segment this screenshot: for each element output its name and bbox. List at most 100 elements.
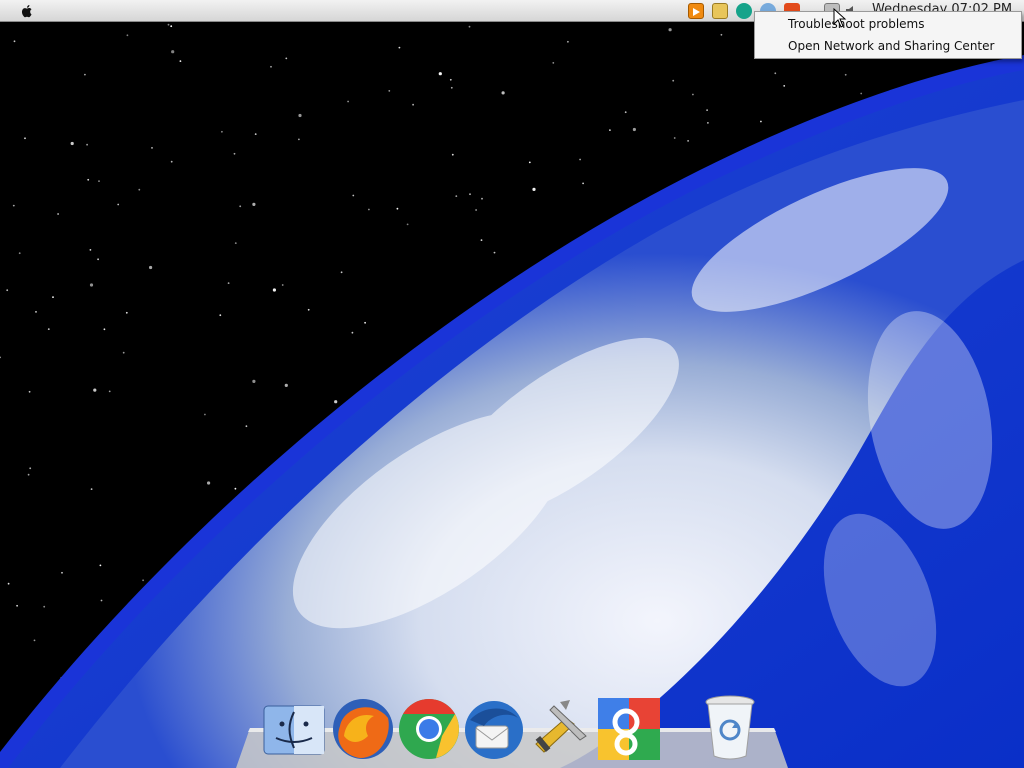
star: [720, 33, 723, 36]
star: [98, 180, 100, 183]
star: [844, 73, 847, 76]
star: [89, 283, 94, 287]
star: [451, 153, 454, 156]
star: [16, 604, 18, 607]
star: [167, 23, 170, 26]
star: [624, 111, 627, 114]
star: [170, 160, 173, 163]
chrome-icon[interactable]: [396, 696, 462, 762]
star: [469, 193, 471, 196]
star: [480, 239, 483, 242]
star: [204, 413, 206, 416]
star: [284, 383, 288, 387]
media-player-icon[interactable]: [688, 3, 704, 19]
star: [438, 72, 442, 76]
menu-item-network-sharing-center[interactable]: Open Network and Sharing Center: [788, 39, 994, 53]
finder-icon[interactable]: [262, 704, 326, 756]
star: [43, 605, 46, 608]
star: [347, 100, 349, 103]
star: [579, 158, 581, 161]
star: [227, 282, 230, 284]
star: [254, 133, 257, 136]
star: [528, 161, 531, 164]
messenger-icon[interactable]: [736, 3, 752, 19]
star: [179, 60, 182, 62]
recycle-bin-icon[interactable]: [702, 694, 758, 762]
star: [234, 242, 237, 245]
star: [125, 311, 128, 314]
star: [233, 152, 236, 155]
star: [270, 65, 272, 68]
star: [552, 62, 555, 64]
desktop-wallpaper: [0, 0, 1024, 768]
star: [171, 50, 175, 54]
google-icon[interactable]: [596, 696, 662, 762]
star: [406, 223, 409, 226]
star: [774, 72, 777, 75]
folder-icon[interactable]: [712, 3, 728, 19]
star: [90, 488, 93, 490]
star: [298, 113, 302, 118]
star: [142, 579, 145, 582]
star: [692, 93, 694, 96]
star: [687, 140, 689, 142]
star: [84, 73, 86, 76]
star: [87, 178, 90, 181]
star: [33, 639, 36, 642]
apple-logo-icon[interactable]: [18, 2, 36, 20]
star: [99, 564, 102, 567]
star: [368, 208, 370, 211]
star: [352, 194, 355, 197]
star: [7, 582, 10, 585]
menu-item-troubleshoot[interactable]: Troubleshoot problems: [788, 17, 924, 31]
star: [673, 137, 676, 139]
star: [567, 40, 569, 43]
star: [272, 288, 276, 292]
star: [47, 328, 50, 330]
star: [29, 467, 32, 470]
star: [89, 249, 92, 251]
star: [672, 79, 675, 82]
star: [151, 147, 153, 149]
star: [532, 187, 536, 191]
star: [122, 351, 125, 354]
star: [108, 390, 111, 393]
star: [351, 331, 354, 334]
star: [24, 137, 26, 140]
star: [412, 103, 414, 106]
star: [632, 127, 637, 132]
star: [388, 90, 391, 92]
star: [97, 258, 99, 261]
star: [117, 203, 120, 206]
tools-icon[interactable]: [530, 696, 594, 760]
star: [207, 481, 211, 485]
star: [281, 284, 284, 286]
star: [340, 271, 343, 274]
star: [93, 388, 97, 392]
star: [239, 205, 242, 208]
thunderbird-icon[interactable]: [462, 698, 526, 762]
star: [103, 328, 106, 331]
star: [475, 209, 477, 211]
star: [468, 25, 471, 28]
star: [170, 25, 173, 28]
star: [396, 207, 399, 210]
star: [668, 28, 672, 32]
star: [582, 182, 584, 185]
star: [245, 425, 248, 428]
network-context-menu: Troubleshoot problems Open Network and S…: [754, 11, 1022, 59]
star: [450, 86, 453, 89]
star: [138, 188, 141, 191]
star: [493, 251, 496, 254]
star: [707, 122, 709, 124]
star: [61, 571, 63, 574]
star: [285, 57, 288, 60]
star: [70, 141, 74, 146]
mouse-cursor: [833, 7, 847, 28]
star: [334, 400, 338, 404]
star: [18, 252, 21, 255]
firefox-icon[interactable]: [330, 696, 396, 762]
star: [783, 85, 786, 87]
star: [35, 311, 37, 313]
star: [100, 599, 103, 602]
